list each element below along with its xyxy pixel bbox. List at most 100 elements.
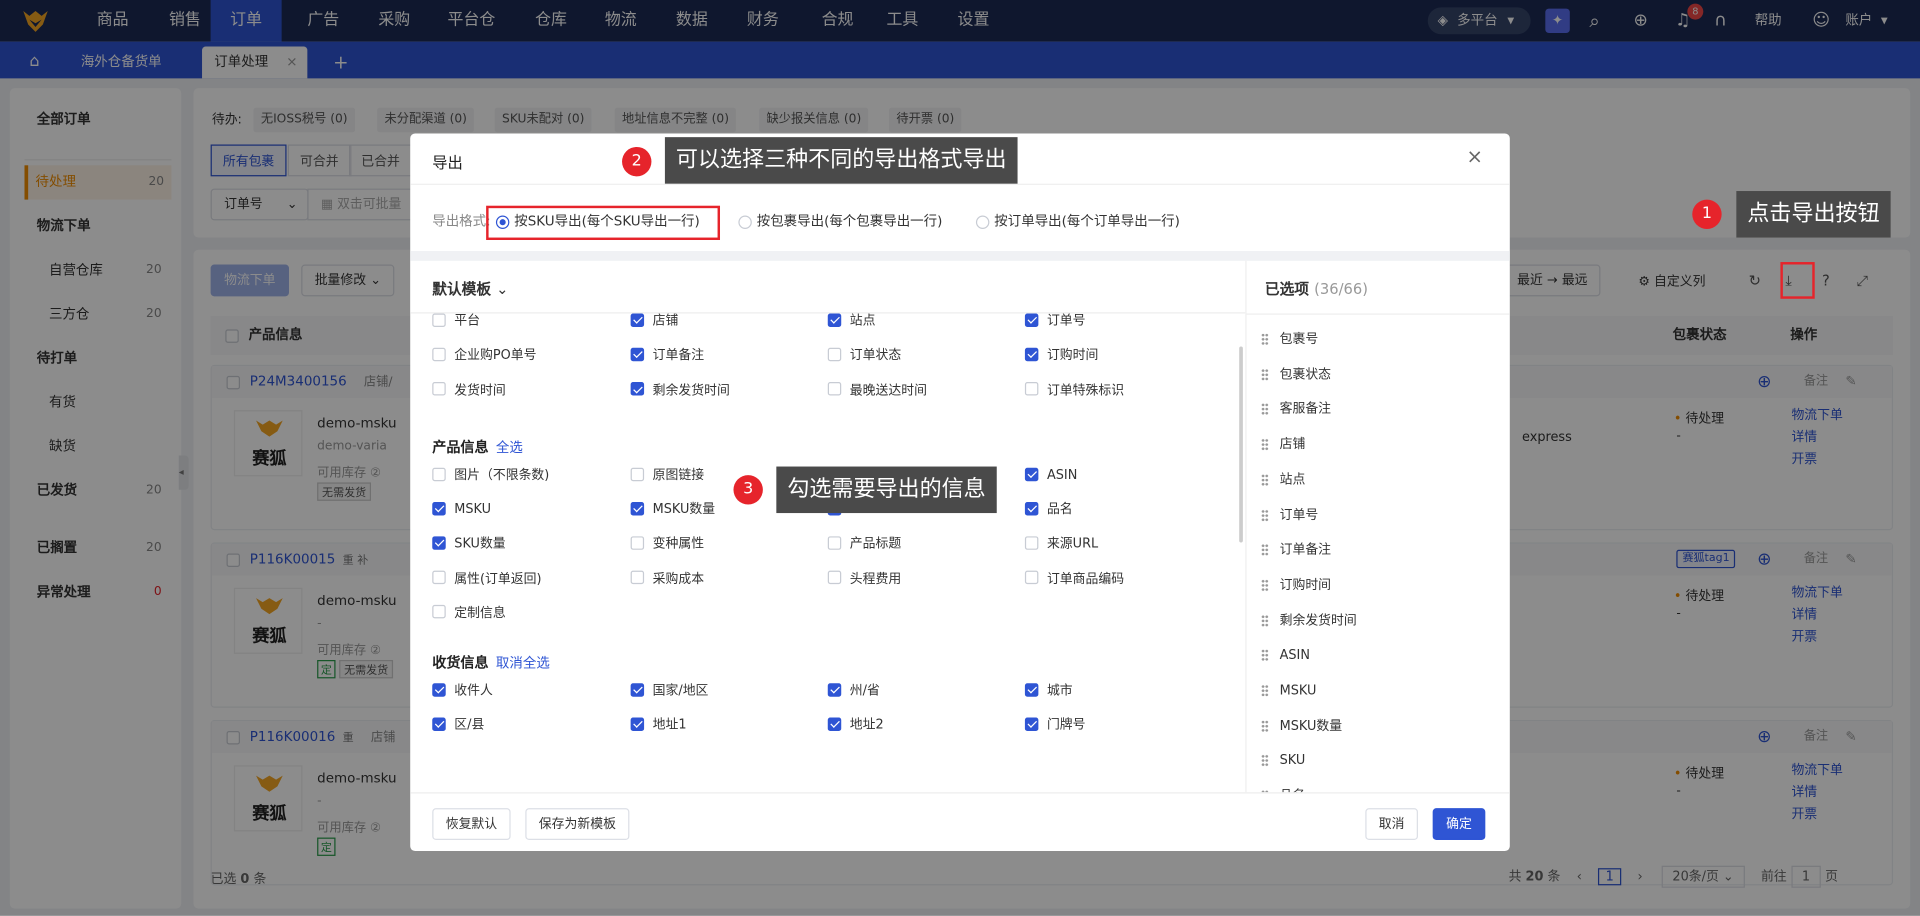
selected-field-item[interactable]: 剩余发货时间 xyxy=(1261,603,1357,637)
checkbox-icon[interactable] xyxy=(827,536,842,550)
drag-handle-icon[interactable] xyxy=(1261,649,1269,662)
checkbox-icon[interactable] xyxy=(827,382,842,396)
checkbox-icon[interactable] xyxy=(432,717,446,731)
field-option[interactable]: 州/省 xyxy=(827,682,880,699)
selected-field-item[interactable]: 订购时间 xyxy=(1261,568,1331,602)
format-order-radio[interactable]: 按订单导出(每个订单导出一行) xyxy=(975,212,1180,232)
drag-handle-icon[interactable] xyxy=(1261,614,1269,627)
field-option[interactable]: 属性(订单返回) xyxy=(432,570,541,587)
scrollbar[interactable] xyxy=(1239,346,1243,543)
selected-field-item[interactable]: 客服备注 xyxy=(1261,392,1331,426)
checkbox-icon[interactable] xyxy=(827,570,842,585)
field-option[interactable]: 头程费用 xyxy=(827,570,901,587)
drag-handle-icon[interactable] xyxy=(1261,684,1269,697)
field-option[interactable]: 城市 xyxy=(1024,682,1073,699)
checkbox-icon[interactable] xyxy=(630,717,645,731)
selected-field-item[interactable]: 包裹号 xyxy=(1261,322,1318,356)
checkbox-icon[interactable] xyxy=(827,347,842,362)
field-option[interactable]: 地址2 xyxy=(827,717,884,734)
field-option[interactable]: 订购时间 xyxy=(1024,347,1098,364)
checkbox-icon[interactable] xyxy=(1024,467,1039,481)
confirm-button[interactable]: 确定 xyxy=(1432,808,1486,841)
field-option[interactable]: 发货时间 xyxy=(432,382,506,399)
field-option[interactable]: MSKU数量 xyxy=(630,501,715,518)
checkbox-icon[interactable] xyxy=(1024,347,1039,362)
field-option[interactable]: 国家/地区 xyxy=(630,682,708,699)
field-option[interactable]: 最晚送达时间 xyxy=(827,382,927,399)
format-package-radio[interactable]: 按包裹导出(每个包裹导出一行) xyxy=(738,212,942,232)
field-option[interactable]: 区/县 xyxy=(432,717,484,734)
field-option[interactable]: MSKU xyxy=(432,501,491,518)
selected-field-item[interactable]: 包裹状态 xyxy=(1261,357,1331,391)
field-option[interactable]: 来源URL xyxy=(1024,536,1098,553)
field-option[interactable]: 订单状态 xyxy=(827,347,901,364)
checkbox-icon[interactable] xyxy=(432,570,446,585)
checkbox-icon[interactable] xyxy=(432,605,446,619)
save-template-button[interactable]: 保存为新模板 xyxy=(525,808,630,841)
field-option[interactable]: 订单备注 xyxy=(630,347,704,364)
checkbox-icon[interactable] xyxy=(827,313,842,327)
field-option[interactable]: 定制信息 xyxy=(432,605,506,622)
field-option[interactable]: 平台 xyxy=(432,312,480,329)
checkbox-icon[interactable] xyxy=(630,347,645,362)
checkbox-icon[interactable] xyxy=(1024,717,1039,731)
checkbox-icon[interactable] xyxy=(432,467,446,481)
checkbox-icon[interactable] xyxy=(827,717,842,731)
checkbox-icon[interactable] xyxy=(1024,313,1039,327)
drag-handle-icon[interactable] xyxy=(1261,403,1269,416)
checkbox-icon[interactable] xyxy=(432,682,446,697)
checkbox-icon[interactable] xyxy=(432,536,446,550)
restore-default-button[interactable]: 恢复默认 xyxy=(432,808,511,841)
checkbox-icon[interactable] xyxy=(1024,570,1039,585)
selected-field-item[interactable]: MSKU数量 xyxy=(1261,709,1342,743)
group-select-all-link[interactable]: 取消全选 xyxy=(496,655,550,671)
field-option[interactable]: 采购成本 xyxy=(630,570,704,587)
checkbox-icon[interactable] xyxy=(432,347,446,362)
field-option[interactable]: 收件人 xyxy=(432,682,493,699)
field-option[interactable]: 门牌号 xyxy=(1024,717,1086,734)
drag-handle-icon[interactable] xyxy=(1261,473,1269,486)
field-option[interactable]: 图片（不限条数) xyxy=(432,467,549,484)
checkbox-icon[interactable] xyxy=(432,382,446,396)
checkbox-icon[interactable] xyxy=(630,501,645,516)
checkbox-icon[interactable] xyxy=(630,536,645,550)
field-option[interactable]: 地址1 xyxy=(630,717,687,734)
selected-field-item[interactable]: SKU xyxy=(1261,744,1305,778)
field-option[interactable]: 店铺 xyxy=(630,312,678,329)
checkbox-icon[interactable] xyxy=(432,501,446,516)
close-icon[interactable]: × xyxy=(1466,144,1482,167)
drag-handle-icon[interactable] xyxy=(1261,579,1269,592)
checkbox-icon[interactable] xyxy=(630,467,645,481)
field-option[interactable]: 订单号 xyxy=(1024,312,1086,329)
field-option[interactable]: 原图链接 xyxy=(630,467,704,484)
checkbox-icon[interactable] xyxy=(1024,682,1039,697)
drag-handle-icon[interactable] xyxy=(1261,719,1269,732)
selected-field-item[interactable]: 店铺 xyxy=(1261,427,1305,461)
field-option[interactable]: SKU数量 xyxy=(432,536,506,553)
selected-field-item[interactable]: 品名 xyxy=(1261,779,1305,793)
drag-handle-icon[interactable] xyxy=(1261,543,1269,557)
drag-handle-icon[interactable] xyxy=(1261,333,1269,346)
checkbox-icon[interactable] xyxy=(630,313,645,327)
template-select[interactable]: 默认模板 ⌄ xyxy=(432,278,508,299)
selected-field-item[interactable]: 站点 xyxy=(1261,463,1305,497)
checkbox-icon[interactable] xyxy=(1024,501,1039,516)
drag-handle-icon[interactable] xyxy=(1261,508,1269,522)
checkbox-icon[interactable] xyxy=(630,682,645,697)
field-option[interactable]: 变种属性 xyxy=(630,536,704,553)
field-option[interactable]: 企业购PO单号 xyxy=(432,347,536,364)
selected-field-item[interactable]: 订单备注 xyxy=(1261,533,1331,567)
selected-field-item[interactable]: ASIN xyxy=(1261,638,1310,672)
selected-field-item[interactable]: 订单号 xyxy=(1261,498,1318,532)
checkbox-icon[interactable] xyxy=(1024,536,1039,550)
drag-handle-icon[interactable] xyxy=(1261,754,1269,768)
field-option[interactable]: 品名 xyxy=(1024,501,1073,518)
drag-handle-icon[interactable] xyxy=(1261,368,1269,381)
field-option[interactable]: 剩余发货时间 xyxy=(630,382,730,399)
selected-field-item[interactable]: MSKU xyxy=(1261,673,1316,707)
checkbox-icon[interactable] xyxy=(630,570,645,585)
checkbox-icon[interactable] xyxy=(1024,382,1039,396)
field-option[interactable]: 订单特殊标识 xyxy=(1024,382,1124,399)
field-option[interactable]: ASIN xyxy=(1024,467,1077,484)
group-select-all-link[interactable]: 全选 xyxy=(496,440,523,456)
